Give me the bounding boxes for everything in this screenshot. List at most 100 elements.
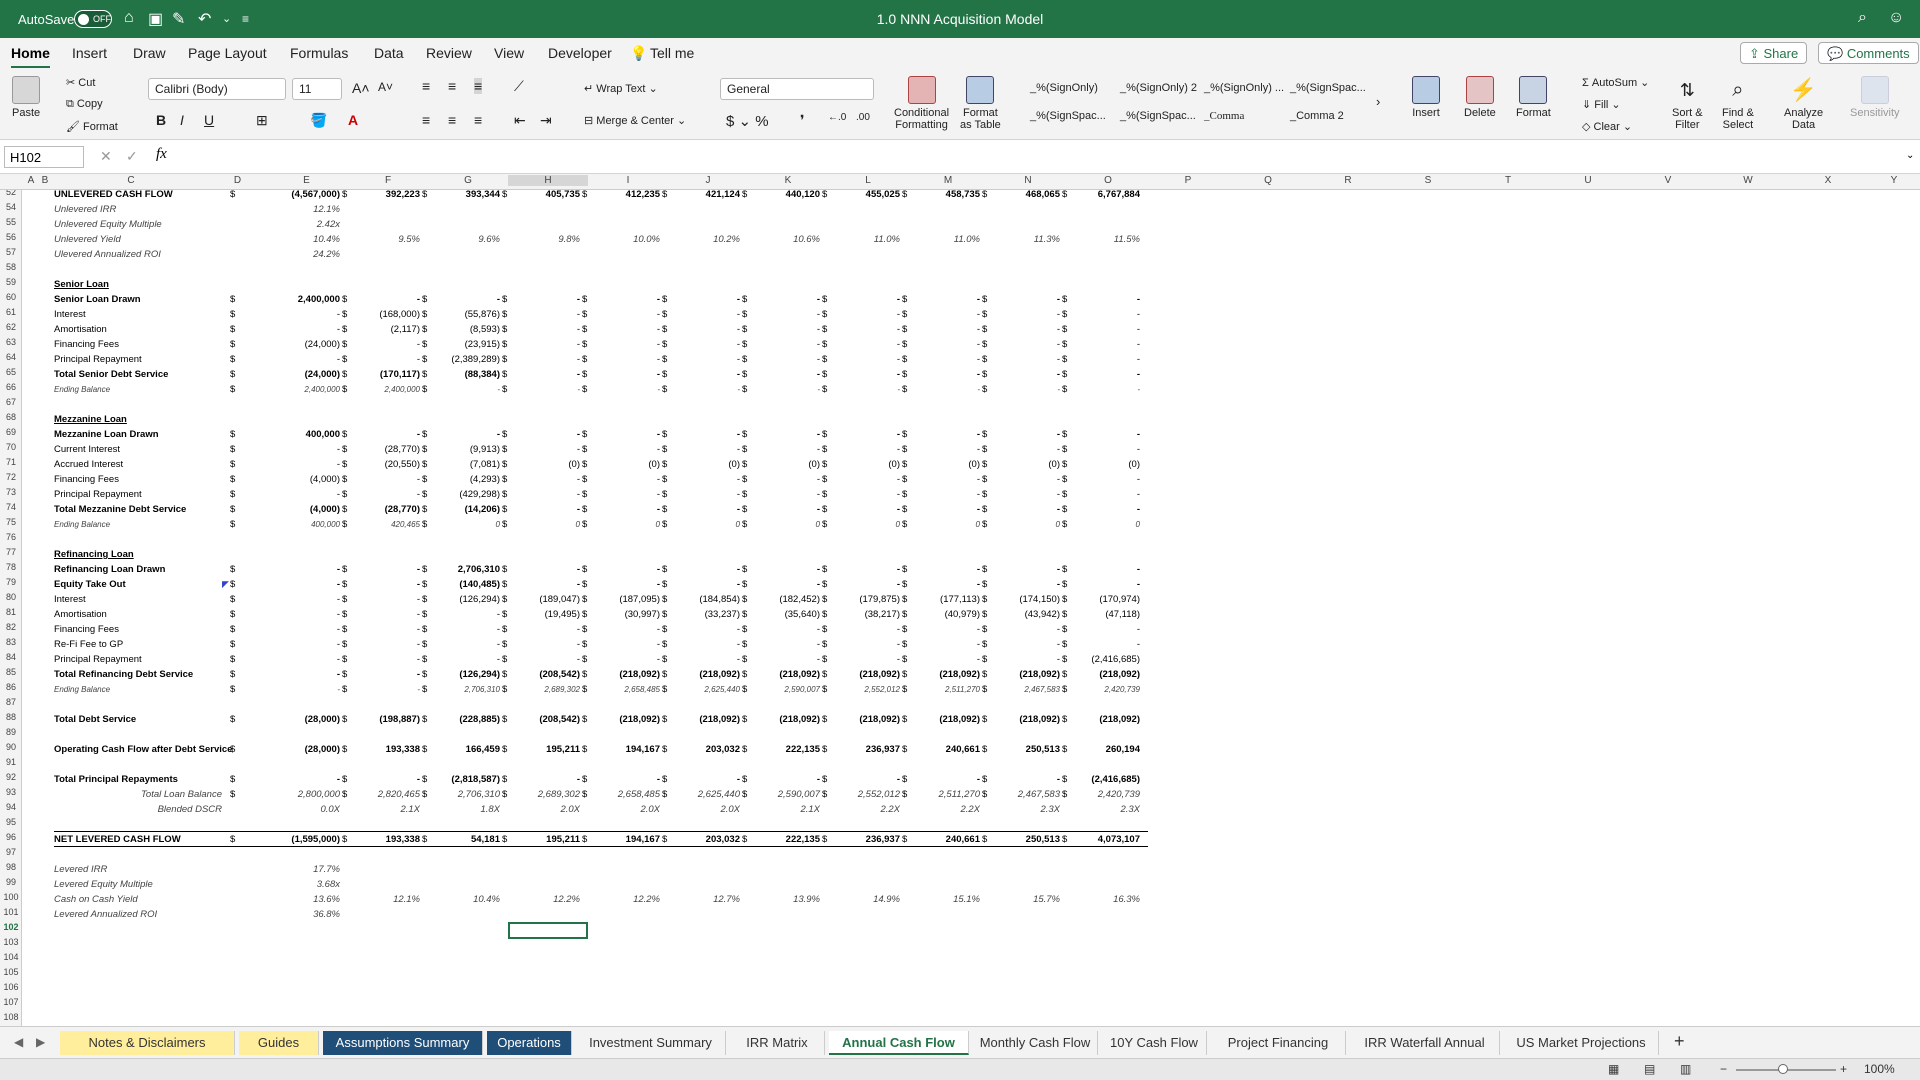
row-label[interactable]: Ulevered Annualized ROI (54, 247, 161, 262)
row-label[interactable]: Senior Loan Drawn (54, 292, 141, 307)
cell-value[interactable]: - (348, 352, 420, 367)
cell-value[interactable]: (0) (1068, 457, 1140, 472)
cell-value[interactable]: (2,117) (348, 322, 420, 337)
cell-value[interactable]: - (988, 442, 1060, 457)
cell-value[interactable]: - (428, 382, 500, 397)
row-header[interactable]: 61 (0, 307, 21, 317)
cell-value[interactable]: 2,689,302 (508, 682, 580, 697)
cell-value[interactable]: - (908, 307, 980, 322)
cell-value[interactable]: - (748, 502, 820, 517)
cell-value[interactable]: (0) (748, 457, 820, 472)
sheet-tab[interactable]: Investment Summary (576, 1031, 726, 1055)
name-box[interactable]: H102 (4, 146, 84, 168)
column-header[interactable]: N (988, 175, 1068, 186)
wrap-text-button[interactable]: ↵ Wrap Text ⌄ (584, 82, 658, 95)
cell-value[interactable]: - (508, 652, 580, 667)
cell-value[interactable]: (2,416,685) (1068, 772, 1140, 787)
cell-value[interactable]: - (988, 337, 1060, 352)
cell-value[interactable]: (2,818,587) (428, 772, 500, 787)
cell-value[interactable]: - (588, 772, 660, 787)
cell-value[interactable]: (218,092) (828, 667, 900, 682)
cell-value[interactable]: (0) (508, 457, 580, 472)
cell-value[interactable]: (24,000) (265, 367, 340, 382)
cell-value[interactable]: 9.8% (508, 232, 580, 247)
cell-value[interactable]: - (668, 622, 740, 637)
cell-value[interactable]: - (748, 622, 820, 637)
cell-value[interactable]: - (1068, 442, 1140, 457)
cell-value[interactable]: 195,211 (508, 742, 580, 757)
row-label[interactable]: Total Mezzanine Debt Service (54, 502, 186, 517)
align-right-icon[interactable]: ≡ (474, 112, 482, 128)
cell-value[interactable]: 2,400,000 (265, 382, 340, 397)
column-header[interactable]: I (588, 175, 668, 186)
sheet-tab[interactable]: Notes & Disclaimers (60, 1031, 235, 1055)
row-header[interactable]: 58 (0, 262, 21, 272)
cell-value[interactable]: 412,235 (588, 190, 660, 202)
cell-value[interactable]: - (828, 307, 900, 322)
column-header[interactable]: F (348, 175, 428, 186)
borders-icon[interactable]: ⊞ (256, 112, 268, 129)
cell-value[interactable]: - (265, 592, 340, 607)
row-label[interactable]: Total Senior Debt Service (54, 367, 168, 382)
cell-value[interactable]: - (508, 367, 580, 382)
cell-value[interactable]: - (265, 352, 340, 367)
sheet-tab[interactable]: Monthly Cash Flow (973, 1031, 1098, 1055)
cell-value[interactable]: 455,025 (828, 190, 900, 202)
tab-review[interactable]: Review (426, 45, 472, 61)
cell-value[interactable]: - (908, 382, 980, 397)
cell-value[interactable]: - (1068, 292, 1140, 307)
cell-value[interactable]: - (668, 487, 740, 502)
cell-value[interactable]: - (908, 577, 980, 592)
cell-value[interactable]: - (588, 307, 660, 322)
shrink-font-icon[interactable]: A˅ (378, 80, 393, 94)
cell-value[interactable]: - (748, 637, 820, 652)
row-label[interactable]: Amortisation (54, 322, 107, 337)
cell-value[interactable]: 2,625,440 (668, 682, 740, 697)
cell-value[interactable]: (4,567,000) (265, 190, 340, 202)
merge-center-button[interactable]: ⊟ Merge & Center ⌄ (584, 114, 686, 127)
enter-icon[interactable]: ✓ (126, 148, 138, 165)
cell-value[interactable]: (228,885) (428, 712, 500, 727)
cell-value[interactable]: - (348, 337, 420, 352)
row-header[interactable]: 98 (0, 862, 21, 872)
cell-value[interactable]: 2,511,270 (908, 787, 980, 802)
formula-input[interactable] (180, 146, 1900, 168)
cell-value[interactable]: - (508, 307, 580, 322)
row-header[interactable]: 93 (0, 787, 21, 797)
row-header[interactable]: 66 (0, 382, 21, 392)
row-label[interactable]: Operating Cash Flow after Debt Service (54, 742, 232, 757)
cell-value[interactable]: (177,113) (908, 592, 980, 607)
row-header[interactable]: 100 (0, 892, 21, 902)
cell-value[interactable]: - (988, 652, 1060, 667)
cell-value[interactable]: 236,937 (828, 742, 900, 757)
cell-value[interactable]: - (988, 367, 1060, 382)
cell-value[interactable]: - (988, 577, 1060, 592)
cell-value[interactable]: - (508, 772, 580, 787)
cell-value[interactable]: 2,590,007 (748, 682, 820, 697)
cell-value[interactable]: - (265, 607, 340, 622)
cell-value[interactable]: - (588, 337, 660, 352)
cell-value[interactable]: 9.6% (428, 232, 500, 247)
cell-value[interactable]: (218,092) (748, 667, 820, 682)
sheet-tab[interactable]: IRR Waterfall Annual (1350, 1031, 1500, 1055)
row-header[interactable]: 88 (0, 712, 21, 722)
cell-value[interactable]: 392,223 (348, 190, 420, 202)
cell-value[interactable]: - (265, 562, 340, 577)
column-header[interactable]: J (668, 175, 748, 186)
cell-value[interactable]: - (908, 367, 980, 382)
row-label[interactable]: Senior Loan (54, 277, 109, 292)
zoom-slider-thumb[interactable] (1778, 1064, 1788, 1074)
row-label[interactable]: Ending Balance (54, 382, 110, 397)
cell-value[interactable]: 15.1% (908, 892, 980, 907)
cell-value[interactable]: (24,000) (265, 337, 340, 352)
cell-value[interactable]: 2,467,583 (988, 682, 1060, 697)
cell-value[interactable]: - (1068, 487, 1140, 502)
cell-value[interactable]: 0 (1068, 517, 1140, 532)
cell-value[interactable]: (28,770) (348, 442, 420, 457)
cell-value[interactable]: - (508, 502, 580, 517)
cell-value[interactable]: - (508, 382, 580, 397)
cell-value[interactable]: - (1068, 337, 1140, 352)
cell-value[interactable]: (88,384) (428, 367, 500, 382)
cell-value[interactable]: - (748, 337, 820, 352)
cell-value[interactable]: 2,400,000 (265, 292, 340, 307)
